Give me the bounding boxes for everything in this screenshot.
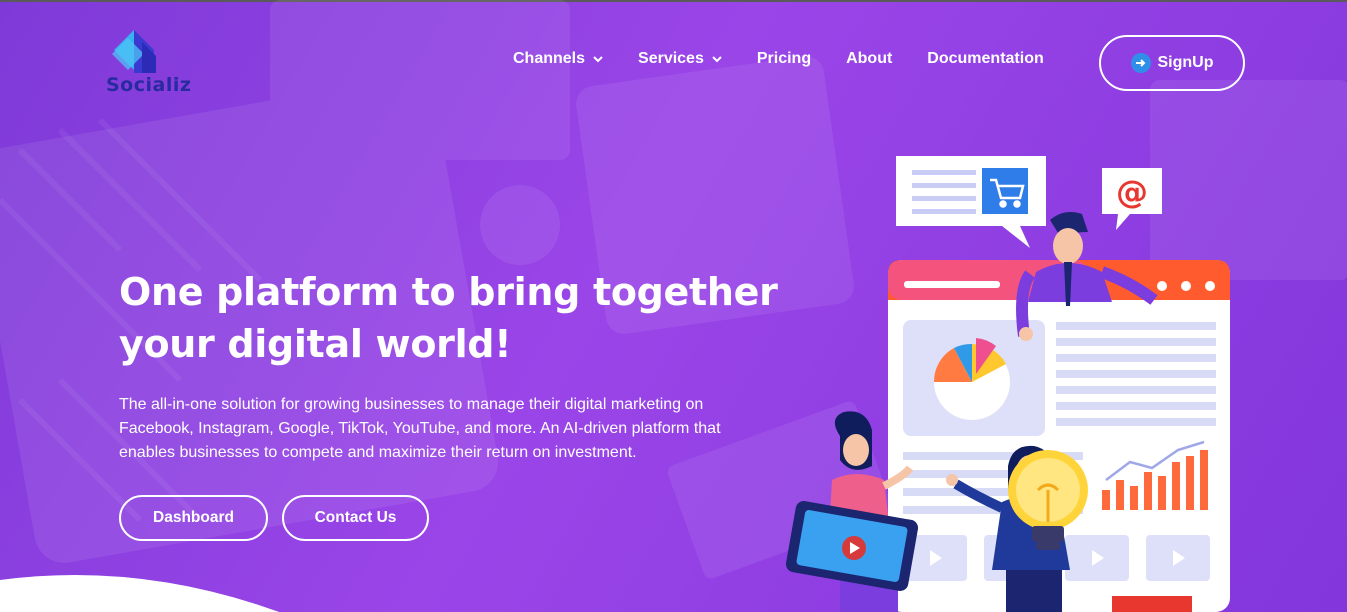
nav-item-pricing[interactable]: Pricing (757, 50, 811, 68)
signup-label: SignUp (1157, 54, 1214, 71)
nav-item-label: Services (638, 50, 704, 67)
chevron-down-icon (712, 56, 722, 63)
nav-item-services[interactable]: Services (638, 50, 722, 68)
dashboard-button[interactable]: Dashboard (119, 495, 268, 541)
sign-in-arrow-icon (1130, 53, 1151, 73)
nav-item-channels[interactable]: Channels (513, 50, 603, 68)
contact-us-button[interactable]: Contact Us (282, 495, 429, 541)
at-bubble: @ (1102, 168, 1162, 230)
logo-text: Socializ (106, 74, 192, 96)
nav-item-about[interactable]: About (846, 50, 892, 68)
dashboard-label: Dashboard (153, 509, 234, 526)
nav-item-label: Channels (513, 50, 586, 67)
bottom-wave (0, 575, 279, 612)
cart-bubble (896, 156, 1046, 248)
main-nav: Channels Services Pricing About Document… (513, 50, 1079, 68)
at-symbol: @ (1116, 173, 1148, 211)
chevron-down-icon (593, 56, 603, 63)
nav-item-label: Pricing (756, 50, 812, 67)
nav-item-documentation[interactable]: Documentation (927, 50, 1043, 68)
nav-item-label: Documentation (927, 50, 1044, 67)
top-border (0, 0, 1347, 2)
signup-button[interactable]: SignUp (1099, 35, 1245, 91)
headline-line-1: One platform to bring together (119, 270, 778, 314)
marketing-illustration: @ (785, 156, 1230, 612)
nav-item-label: About (846, 50, 893, 67)
hero-headline: One platform to bring together your digi… (119, 266, 799, 370)
hero-section: Socializ Channels Services Pricing About… (0, 0, 1347, 612)
contact-label: Contact Us (314, 509, 397, 526)
calendar-shape (1112, 596, 1192, 612)
hero-description: The all-in-one solution for growing busi… (119, 396, 721, 461)
brand-logo[interactable]: Socializ (106, 28, 216, 100)
logo-icon (112, 30, 156, 73)
headline-line-2: your digital world! (119, 322, 512, 366)
